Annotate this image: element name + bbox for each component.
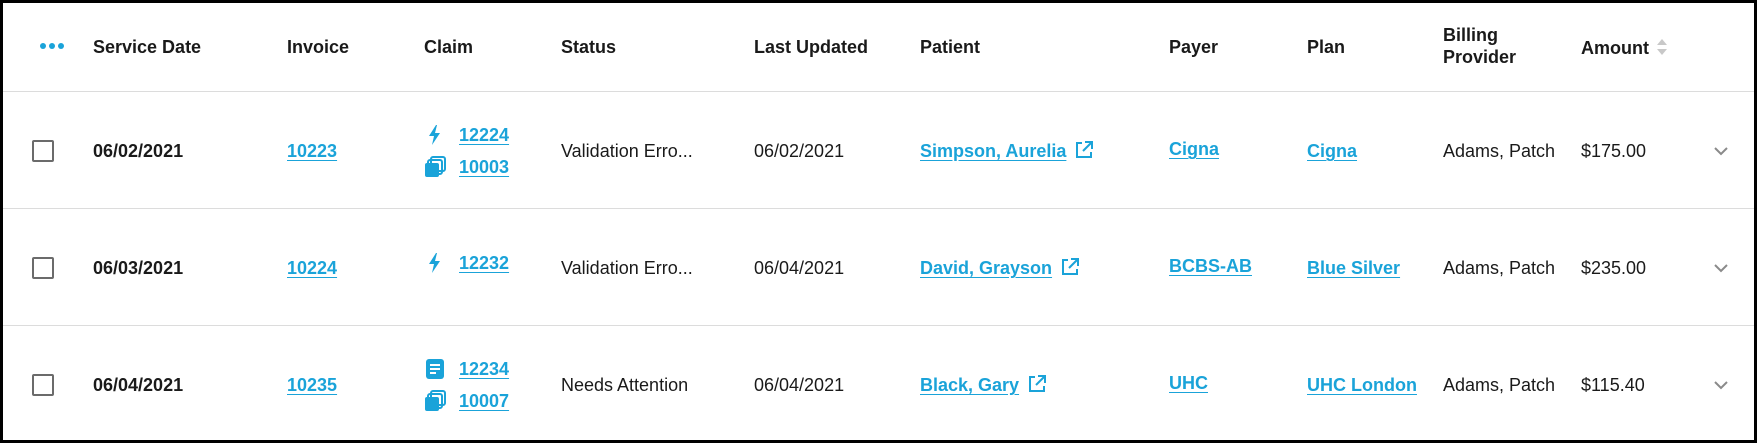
plan-link[interactable]: Cigna bbox=[1307, 140, 1357, 162]
amount: $115.40 bbox=[1581, 375, 1645, 395]
document-icon bbox=[426, 359, 444, 379]
last-updated: 06/02/2021 bbox=[754, 141, 845, 161]
billing-provider: Adams, Patch bbox=[1443, 375, 1556, 395]
payer-link[interactable]: BCBS-AB bbox=[1169, 255, 1252, 277]
patient-link[interactable]: Black, Gary bbox=[920, 375, 1019, 395]
chevron-down-icon[interactable] bbox=[1709, 256, 1733, 280]
claim-item[interactable]: 12232 bbox=[423, 251, 509, 275]
column-header-plan[interactable]: Plan bbox=[1307, 36, 1345, 58]
table-row[interactable]: 06/03/2021 10224 12232 Validation Erro..… bbox=[3, 209, 1754, 326]
table-row[interactable]: 06/04/2021 10235 12234 10007 Needs Atten… bbox=[3, 326, 1754, 440]
claim-number-link[interactable]: 12232 bbox=[459, 253, 509, 274]
billing-provider-header-line2: Provider bbox=[1443, 47, 1517, 67]
status-text: Validation Erro... bbox=[561, 258, 693, 278]
patient-link[interactable]: David, Grayson bbox=[920, 258, 1052, 278]
column-header-amount[interactable]: Amount bbox=[1581, 36, 1669, 59]
lightning-icon bbox=[429, 253, 440, 273]
plan-link[interactable]: UHC London bbox=[1307, 374, 1417, 396]
copies-icon bbox=[425, 156, 446, 177]
claim-item[interactable]: 10007 bbox=[423, 389, 509, 413]
column-header-billing-provider[interactable]: Billing Provider bbox=[1443, 24, 1516, 68]
column-header-status[interactable]: Status bbox=[561, 36, 616, 58]
patient-cell: David, Grayson bbox=[920, 257, 1080, 279]
column-header-patient[interactable]: Patient bbox=[920, 36, 980, 58]
chevron-down-icon[interactable] bbox=[1709, 139, 1733, 163]
amount-header-label: Amount bbox=[1581, 38, 1649, 58]
column-header-claim[interactable]: Claim bbox=[424, 36, 473, 58]
row-checkbox[interactable] bbox=[32, 257, 54, 279]
claim-number-link[interactable]: 10007 bbox=[459, 391, 509, 412]
service-date: 06/02/2021 bbox=[93, 141, 184, 161]
invoice-link[interactable]: 10224 bbox=[287, 257, 337, 279]
claim-number-link[interactable]: 12224 bbox=[459, 125, 509, 146]
external-link-icon[interactable] bbox=[1074, 140, 1094, 160]
billing-provider: Adams, Patch bbox=[1443, 141, 1556, 161]
patient-link[interactable]: Simpson, Aurelia bbox=[920, 141, 1066, 161]
column-header-last-updated[interactable]: Last Updated bbox=[754, 36, 868, 58]
patient-cell: Black, Gary bbox=[920, 374, 1047, 396]
chevron-down-icon[interactable] bbox=[1709, 373, 1733, 397]
copies-icon bbox=[425, 390, 446, 411]
column-header-invoice[interactable]: Invoice bbox=[287, 36, 349, 58]
claims-table: Service Date Invoice Claim Status Last U… bbox=[0, 0, 1757, 443]
amount: $235.00 bbox=[1581, 258, 1647, 278]
lightning-icon bbox=[429, 125, 440, 145]
claim-number-link[interactable]: 12234 bbox=[459, 359, 509, 380]
payer-link[interactable]: Cigna bbox=[1169, 138, 1219, 160]
plan-link[interactable]: Blue Silver bbox=[1307, 257, 1400, 279]
billing-provider-header-line1: Billing bbox=[1443, 25, 1498, 45]
sort-arrows-icon[interactable] bbox=[1655, 36, 1669, 58]
service-date: 06/03/2021 bbox=[93, 258, 184, 278]
claim-item[interactable]: 10003 bbox=[423, 155, 509, 179]
claim-item[interactable]: 12234 bbox=[423, 357, 509, 381]
claim-number-link[interactable]: 10003 bbox=[459, 157, 509, 178]
patient-cell: Simpson, Aurelia bbox=[920, 140, 1094, 162]
service-date: 06/04/2021 bbox=[93, 375, 184, 395]
row-checkbox[interactable] bbox=[32, 140, 54, 162]
column-header-service-date[interactable]: Service Date bbox=[93, 36, 201, 58]
billing-provider: Adams, Patch bbox=[1443, 258, 1556, 278]
last-updated: 06/04/2021 bbox=[754, 375, 845, 395]
status-text: Validation Erro... bbox=[561, 141, 693, 161]
amount: $175.00 bbox=[1581, 141, 1647, 161]
invoice-link[interactable]: 10223 bbox=[287, 140, 337, 162]
row-checkbox[interactable] bbox=[32, 374, 54, 396]
payer-link[interactable]: UHC bbox=[1169, 372, 1208, 394]
invoice-link[interactable]: 10235 bbox=[287, 374, 337, 396]
table-row[interactable]: 06/02/2021 10223 12224 10003 Validation … bbox=[3, 92, 1754, 209]
table-header: Service Date Invoice Claim Status Last U… bbox=[3, 3, 1754, 92]
claim-item[interactable]: 12224 bbox=[423, 123, 509, 147]
more-dots-icon[interactable] bbox=[39, 41, 65, 51]
external-link-icon[interactable] bbox=[1027, 374, 1047, 394]
status-text: Needs Attention bbox=[561, 375, 689, 395]
external-link-icon[interactable] bbox=[1060, 257, 1080, 277]
column-header-payer[interactable]: Payer bbox=[1169, 36, 1218, 58]
last-updated: 06/04/2021 bbox=[754, 258, 845, 278]
